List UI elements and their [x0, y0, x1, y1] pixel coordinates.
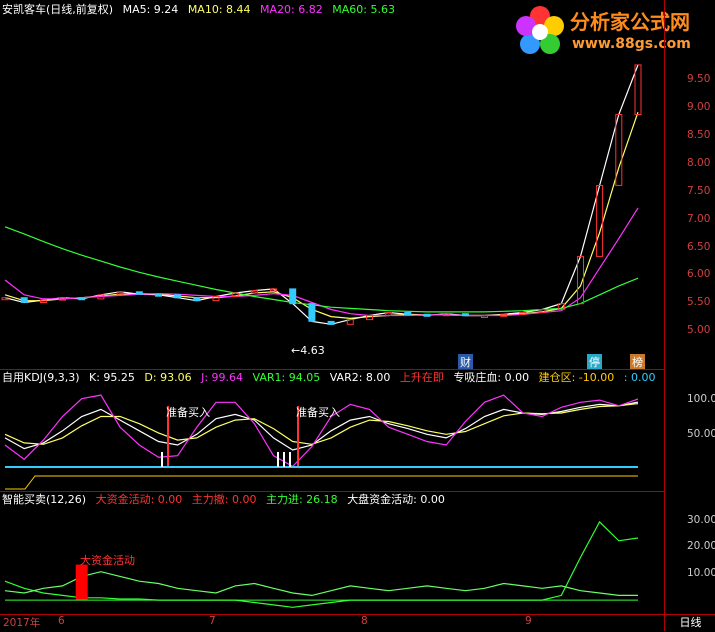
price-tick: 7.50 — [687, 185, 711, 197]
marker-bang[interactable]: 榜 — [630, 354, 645, 370]
fund-tick: 20.00 — [687, 540, 715, 552]
candle[interactable] — [423, 313, 431, 317]
buy-signal-label: 准备买入 — [296, 406, 340, 419]
candle[interactable] — [135, 291, 143, 295]
candle[interactable] — [385, 312, 393, 316]
low-price-value: 4.63 — [300, 344, 325, 357]
marker-ting[interactable]: 停 — [587, 354, 602, 370]
fund-tick: 30.00 — [687, 514, 715, 526]
price-tick: 5.50 — [687, 296, 711, 308]
candle[interactable] — [327, 320, 335, 325]
period-button[interactable]: 日线 — [664, 614, 715, 631]
series-line-1 — [4, 571, 638, 597]
candle[interactable] — [116, 291, 124, 296]
candle[interactable] — [250, 290, 258, 294]
candle[interactable] — [78, 297, 86, 301]
kdj-chart[interactable] — [0, 370, 664, 492]
marker-cai[interactable]: 财 — [458, 354, 473, 370]
fund-tick: 10.00 — [687, 567, 715, 579]
x-label: 8 — [361, 615, 368, 627]
x-label: 6 — [58, 615, 65, 627]
candle[interactable] — [20, 297, 28, 303]
candle[interactable] — [481, 315, 488, 318]
candle[interactable] — [404, 312, 412, 315]
candle[interactable] — [174, 294, 182, 299]
x-label: 2017年 — [3, 617, 41, 629]
price-tick: 6.50 — [687, 241, 711, 253]
price-tick: 9.00 — [687, 101, 711, 113]
buy-signal-label: 准备买入 — [166, 406, 210, 419]
candle[interactable] — [308, 303, 316, 322]
x-axis — [0, 614, 715, 632]
candle[interactable] — [193, 297, 201, 302]
candle[interactable] — [461, 313, 469, 317]
price-tick: 7.00 — [687, 213, 711, 225]
low-arrow-icon: ← — [291, 344, 301, 357]
low-price-label: ←4.63 — [291, 344, 325, 357]
x-label: 9 — [525, 615, 532, 627]
series-line-1 — [4, 112, 639, 320]
price-tick: 8.50 — [687, 129, 711, 141]
series-line-0 — [4, 64, 639, 325]
candle[interactable] — [596, 185, 604, 257]
price-tick: 5.00 — [687, 324, 711, 336]
candle[interactable] — [155, 293, 162, 297]
x-label: 7 — [209, 615, 216, 627]
kdj-zone-line — [5, 475, 638, 490]
kdj-tick: 100.0 — [687, 393, 715, 405]
candle[interactable] — [634, 64, 642, 115]
big-fund-label: 大资金活动 — [80, 554, 135, 567]
kdj-tick: 50.00 — [687, 428, 715, 440]
big-fund-bar — [75, 564, 88, 601]
price-chart[interactable] — [0, 0, 664, 370]
price-tick: 9.50 — [687, 73, 711, 85]
price-tick: 8.00 — [687, 157, 711, 169]
price-tick: 6.00 — [687, 268, 711, 280]
candle[interactable] — [289, 288, 297, 305]
